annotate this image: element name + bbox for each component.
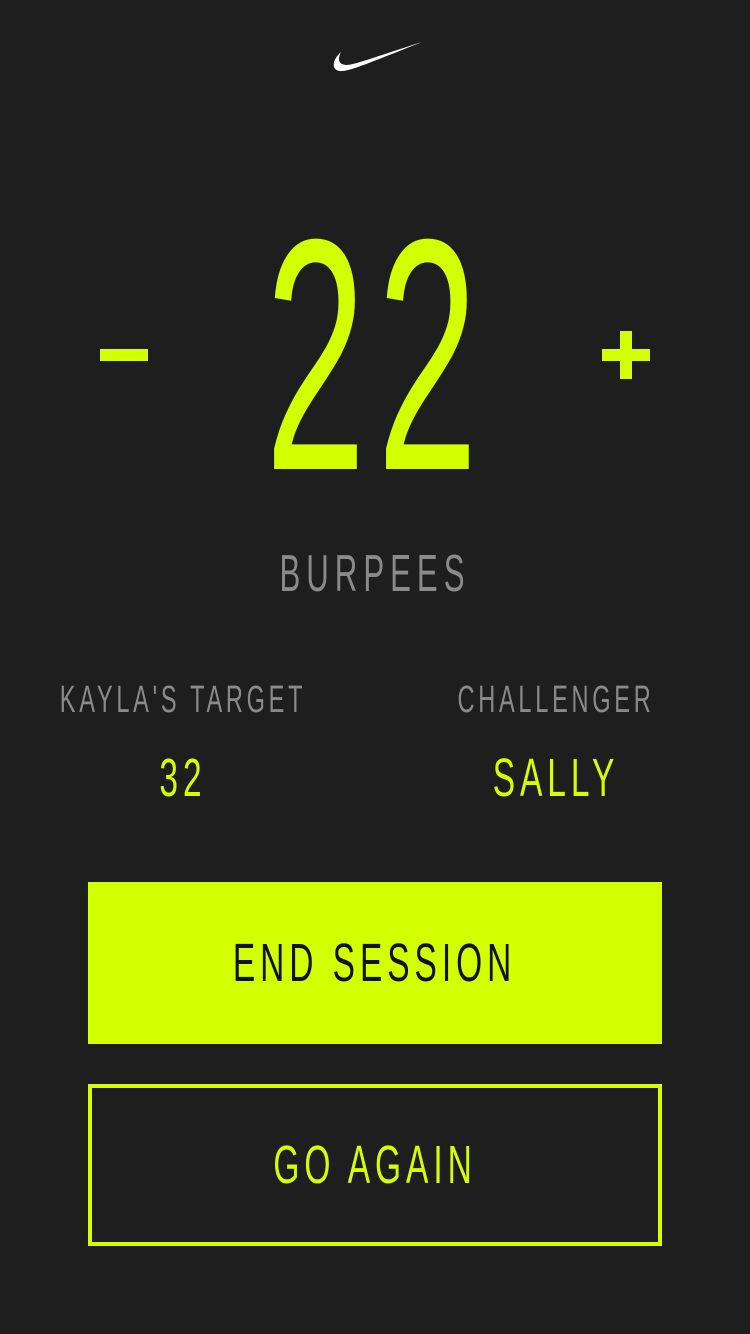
end-session-label: END SESSION [233, 933, 517, 993]
challenger-label: CHALLENGER [457, 679, 655, 721]
increment-button[interactable] [590, 318, 662, 390]
go-again-button[interactable]: GO AGAIN [88, 1084, 662, 1246]
target-label: KAYLA'S TARGET [59, 679, 307, 721]
nike-swoosh-icon [328, 38, 424, 74]
end-session-button[interactable]: END SESSION [88, 882, 662, 1044]
minus-icon [100, 349, 148, 361]
challenger-value: SALLY [492, 748, 620, 808]
rep-count: 22 [265, 170, 489, 539]
decrement-button[interactable] [88, 320, 160, 392]
target-value: 32 [159, 748, 207, 808]
go-again-label: GO AGAIN [273, 1135, 477, 1195]
exercise-name: BURPEES [279, 545, 471, 603]
